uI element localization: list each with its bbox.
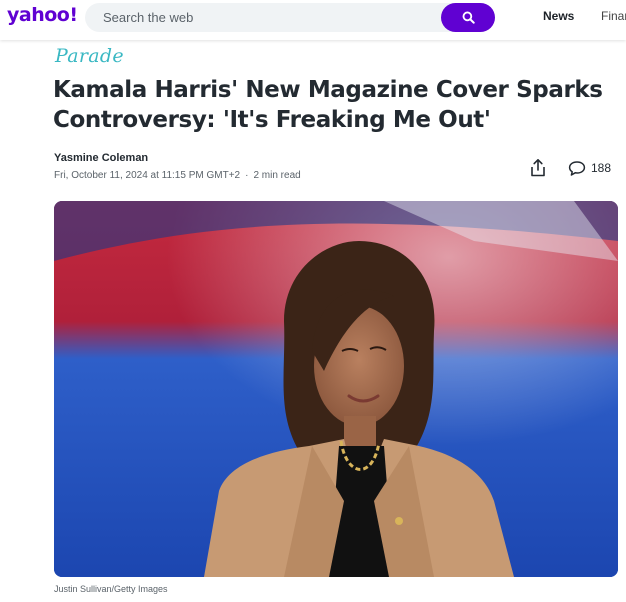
comments-button[interactable]: 188 (568, 158, 611, 178)
nav-finance[interactable]: Finar (601, 9, 626, 23)
article-date: Fri, October 11, 2024 at 11:15 PM GMT+2 (54, 170, 241, 181)
image-caption: Justin Sullivan/Getty Images (54, 584, 168, 594)
yahoo-logo[interactable]: yahoo! (7, 4, 78, 26)
article-author[interactable]: Yasmine Coleman (54, 152, 148, 164)
article-meta: Fri, October 11, 2024 at 11:15 PM GMT+2 ·… (54, 170, 301, 181)
share-button[interactable] (528, 157, 548, 179)
nav-news[interactable]: News (543, 9, 574, 23)
read-time: 2 min read (253, 170, 301, 181)
meta-separator: · (245, 170, 249, 181)
search-icon (462, 11, 475, 24)
share-icon (531, 159, 545, 177)
source-logo[interactable]: Parade (55, 45, 124, 67)
article-headline: Kamala Harris' New Magazine Cover Sparks… (53, 77, 603, 133)
top-bar: yahoo! News Finar (0, 0, 626, 40)
comment-icon (568, 160, 586, 176)
article-hero-image (54, 201, 618, 577)
search-bar (85, 3, 495, 32)
search-input[interactable] (85, 3, 441, 32)
hero-photo (54, 201, 618, 577)
comment-count: 188 (591, 161, 612, 175)
search-button[interactable] (441, 3, 495, 32)
